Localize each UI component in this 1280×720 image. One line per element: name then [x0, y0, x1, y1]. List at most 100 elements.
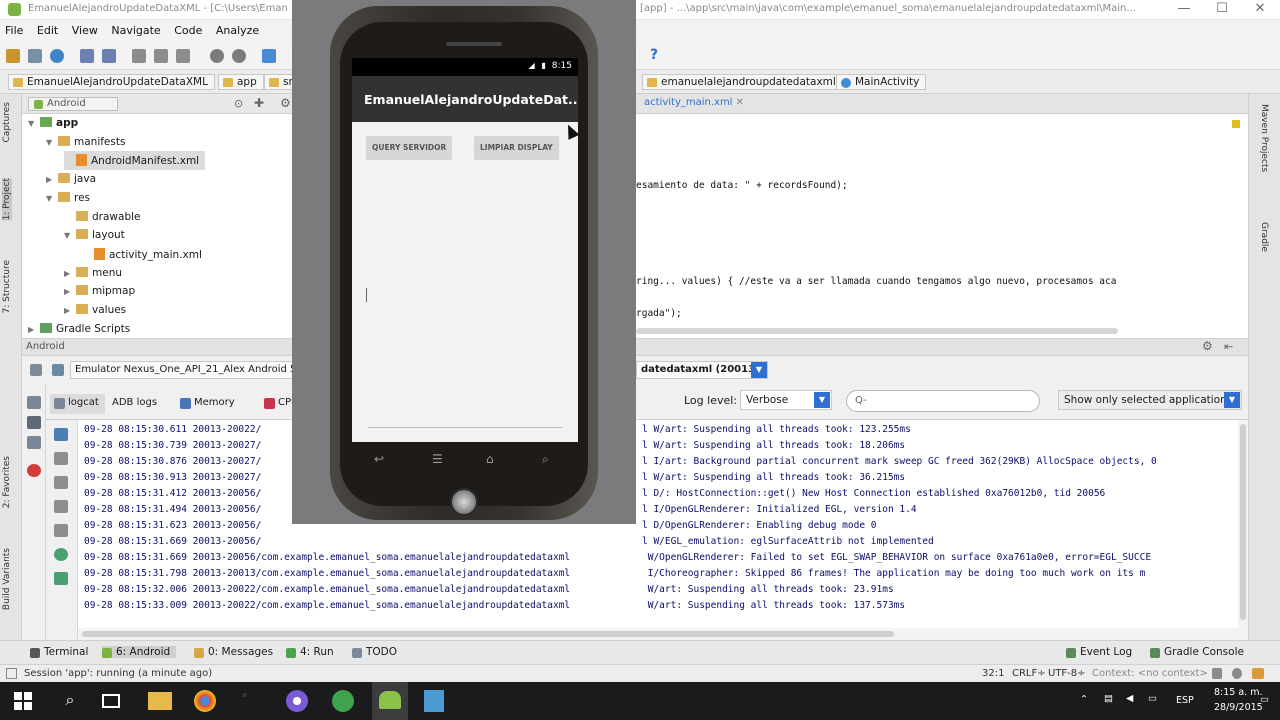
- tray-up-arrow-icon[interactable]: ⌃: [1080, 694, 1088, 705]
- terminate-icon[interactable]: [27, 464, 41, 477]
- menu-edit[interactable]: Edit: [32, 20, 63, 37]
- soft-wrap-icon[interactable]: [54, 524, 68, 537]
- breadcrumb-app[interactable]: app: [218, 74, 264, 90]
- sync-icon[interactable]: [50, 49, 64, 63]
- device-selector[interactable]: Emulator Nexus_One_API_21_Alex Android 5: [70, 361, 310, 379]
- maximize-button[interactable]: ☐: [1203, 0, 1241, 20]
- chevron-right-icon[interactable]: ▶: [64, 306, 76, 315]
- chevron-right-icon[interactable]: ▶: [64, 269, 76, 278]
- tab-activity-main[interactable]: activity_main.xml ✕: [640, 96, 748, 109]
- panel-settings-icon[interactable]: ⚙: [1202, 339, 1213, 353]
- replace-icon[interactable]: [232, 49, 246, 63]
- open-folder-icon[interactable]: [6, 49, 20, 63]
- logcat-output[interactable]: 09-28 08:15:30.611 20013-20022/l W/art: …: [78, 420, 1238, 628]
- warning-marker-icon[interactable]: [1232, 120, 1240, 128]
- event-bubble-icon[interactable]: [1252, 668, 1264, 679]
- tree-item[interactable]: AndroidManifest.xml: [64, 151, 206, 171]
- filter-select[interactable]: Show only selected application ▼: [1058, 390, 1242, 410]
- cut-icon[interactable]: [132, 49, 146, 63]
- android-bug-icon[interactable]: [54, 548, 68, 561]
- tool-tab-project[interactable]: 1: Project: [2, 178, 12, 221]
- chevron-down-icon[interactable]: ▼: [28, 119, 40, 128]
- tab-logcat[interactable]: logcat: [50, 394, 105, 414]
- tool-run[interactable]: 4: Run: [286, 646, 334, 658]
- tool-tab-build-variants[interactable]: Build Variants: [2, 548, 12, 610]
- menu-file[interactable]: File: [0, 20, 28, 37]
- eclipse-icon[interactable]: [286, 690, 308, 712]
- log-level-select[interactable]: Verbose ▼: [740, 390, 832, 410]
- chevron-down-icon[interactable]: ▼: [64, 231, 76, 240]
- tab-adb-logs[interactable]: ADB logs: [106, 394, 163, 414]
- up-icon[interactable]: [54, 476, 68, 489]
- scroll-to-end-icon[interactable]: [54, 452, 68, 465]
- limpiar-display-button[interactable]: LIMPIAR DISPLAY: [474, 136, 559, 160]
- breadcrumb-package[interactable]: emanuelalejandroupdatedataxml: [642, 74, 843, 90]
- query-servidor-button[interactable]: QUERY SERVIDOR: [366, 136, 453, 160]
- chrome-icon[interactable]: [194, 690, 216, 712]
- menu-view[interactable]: View: [67, 20, 103, 37]
- undo-icon[interactable]: [80, 49, 94, 63]
- tool-event-log[interactable]: Event Log: [1066, 646, 1132, 658]
- breadcrumb-class[interactable]: MainActivity: [836, 74, 927, 90]
- language-indicator[interactable]: ESP: [1176, 695, 1194, 706]
- tool-tab-gradle[interactable]: Gradle: [1259, 222, 1269, 252]
- chevron-down-icon[interactable]: ▼: [46, 138, 58, 147]
- line-separator[interactable]: CRLF÷: [1012, 668, 1046, 679]
- restart-icon[interactable]: [54, 572, 68, 585]
- tool-android[interactable]: 6: Android: [102, 646, 177, 658]
- inspector-icon[interactable]: [1232, 668, 1242, 679]
- tab-memory[interactable]: Memory: [176, 394, 241, 414]
- breadcrumb-project[interactable]: EmanuelAlejandroUpdateDataXML: [8, 74, 215, 90]
- tool-tab-captures[interactable]: Captures: [2, 102, 12, 142]
- logcat-search-input[interactable]: Q-: [846, 390, 1040, 412]
- tool-todo[interactable]: TODO: [352, 646, 397, 658]
- task-view-icon[interactable]: [102, 694, 120, 708]
- tree-item[interactable]: drawable: [64, 208, 140, 227]
- search-icon[interactable]: ⌕: [58, 690, 82, 712]
- tool-tab-favorites[interactable]: 2: Favorites: [2, 456, 12, 508]
- tool-gradle-console[interactable]: Gradle Console: [1150, 646, 1244, 658]
- emulator-screen[interactable]: ◢ ▮ 8:15 EmanuelAlejandroUpdateDat... QU…: [352, 58, 578, 442]
- tool-messages[interactable]: 0: Messages: [194, 646, 273, 658]
- code-editor[interactable]: esamiento de data: " + recordsFound); ri…: [636, 114, 1248, 338]
- logcat-horizontal-scrollbar[interactable]: [78, 628, 1238, 640]
- scrollbar-thumb[interactable]: [1240, 424, 1246, 620]
- back-icon[interactable]: [262, 49, 276, 63]
- scrollbar-thumb[interactable]: [82, 631, 894, 637]
- memory-icon[interactable]: [27, 396, 41, 409]
- file-encoding[interactable]: UTF-8÷: [1048, 668, 1086, 679]
- home-key-icon[interactable]: ⌂: [486, 452, 494, 466]
- chevron-right-icon[interactable]: ▶: [64, 287, 76, 296]
- clock-date[interactable]: 28/9/2015: [1214, 702, 1263, 713]
- tool-windows-icon[interactable]: [6, 668, 17, 679]
- windows-start-icon[interactable]: [14, 692, 32, 710]
- chevron-down-icon[interactable]: ▼: [751, 362, 767, 378]
- battery-icon[interactable]: ▭: [1148, 693, 1157, 704]
- collapse-all-icon[interactable]: ✚: [254, 96, 264, 110]
- clock-time[interactable]: 8:15 a. m.: [1214, 687, 1263, 698]
- help-icon[interactable]: ?: [650, 47, 664, 63]
- notepad-icon[interactable]: [424, 690, 444, 712]
- close-tab-icon[interactable]: ✕: [736, 97, 744, 108]
- paste-icon[interactable]: [176, 49, 190, 63]
- caret-position[interactable]: 32:1: [982, 668, 1004, 679]
- process-selector[interactable]: datedataxml (20013) ▼: [636, 361, 768, 379]
- tree-item[interactable]: activity_main.xml: [82, 245, 202, 264]
- chevron-right-icon[interactable]: ▶: [46, 175, 58, 184]
- tool-terminal[interactable]: Terminal: [30, 646, 88, 658]
- redo-icon[interactable]: [102, 49, 116, 63]
- network-icon[interactable]: ▤: [1104, 693, 1113, 704]
- back-key-icon[interactable]: ↩: [374, 452, 384, 466]
- chevron-down-icon[interactable]: ▼: [814, 392, 830, 408]
- tree-item[interactable]: ▼ res: [46, 189, 90, 208]
- dump-icon[interactable]: [27, 436, 41, 449]
- blank-app-icon[interactable]: ▪: [242, 690, 266, 712]
- hide-panel-icon[interactable]: ⇤: [1224, 340, 1233, 353]
- notifications-icon[interactable]: ▭: [1260, 694, 1269, 705]
- menu-analyze[interactable]: Analyze: [211, 20, 264, 37]
- lock-icon[interactable]: [1212, 668, 1222, 679]
- chevron-right-icon[interactable]: ▶: [28, 325, 40, 334]
- edit-text-underline[interactable]: [368, 427, 562, 428]
- settings-gear-icon[interactable]: ⚙: [280, 96, 291, 110]
- close-button[interactable]: ✕: [1241, 0, 1279, 20]
